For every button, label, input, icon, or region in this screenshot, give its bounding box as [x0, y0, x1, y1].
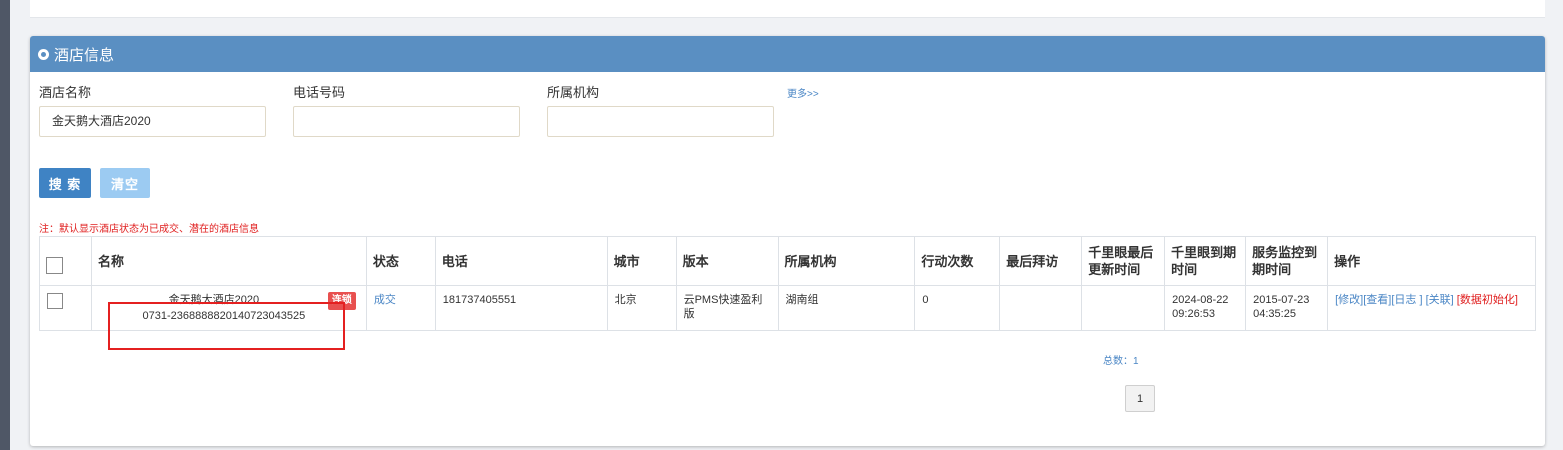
- header-last-visit: 最后拜访: [999, 236, 1083, 286]
- hotel-info-panel: 酒店信息 酒店名称 金天鹅大酒店2020 电话号码 所属机构 更多>> 搜 索 …: [30, 36, 1545, 446]
- monitor-expire-cell: 2015-07-23 04:35:25: [1245, 285, 1329, 331]
- total-count: 总数：1: [1103, 356, 1139, 367]
- header-version: 版本: [675, 236, 779, 286]
- org-cell: 湖南组: [777, 285, 916, 331]
- operations-cell: [修改][查看][日志 ] [关联] [数据初始化]: [1327, 285, 1536, 331]
- data-init-link[interactable]: [数据初始化]: [1457, 294, 1518, 306]
- qly-expire-cell: 2024-08-22 09:26:53: [1164, 285, 1247, 331]
- header-phone: 电话: [434, 236, 608, 286]
- actions-count-cell: 0: [914, 285, 1001, 331]
- status-link[interactable]: 成交: [374, 294, 396, 306]
- header-operations: 操作: [1327, 236, 1536, 286]
- last-visit-cell: [999, 285, 1083, 331]
- filter-note: 注：默认显示酒店状态为已成交、潜在的酒店信息: [39, 224, 259, 235]
- phone-input[interactable]: [293, 106, 520, 137]
- header-qly-expire: 千里眼到期时间: [1164, 236, 1247, 286]
- header-status: 状态: [365, 236, 436, 286]
- row-checkbox[interactable]: [47, 293, 63, 309]
- phone-cell: 18173740​5551: [434, 285, 608, 331]
- header-qly-update: 千里眼最后更新时间: [1081, 236, 1166, 286]
- hotel-name-label: 酒店名称: [39, 85, 92, 100]
- status-cell: 成交: [365, 285, 436, 331]
- top-panel: [30, 0, 1545, 18]
- row-select-cell: [39, 285, 92, 331]
- header-actions-count: 行动次数: [914, 236, 1001, 286]
- left-sidebar-strip: [0, 0, 10, 450]
- panel-title: 酒店信息: [54, 46, 115, 64]
- page-button[interactable]: 1: [1125, 385, 1155, 412]
- hotel-name-input[interactable]: 金天鹅大酒店2020: [39, 106, 266, 137]
- city-cell: 北京: [606, 285, 677, 331]
- table-header-row: 名称 状态 电话 城市 版本 所属机构 行动次数 最后拜访 千里眼最后更新时间 …: [39, 236, 1536, 286]
- header-name: 名称: [90, 236, 367, 286]
- phone-label: 电话号码: [293, 85, 346, 100]
- clear-button[interactable]: 清空: [100, 168, 150, 198]
- version-cell: 云PMS快速盈利版: [675, 285, 779, 331]
- highlight-box: [108, 302, 345, 350]
- log-link[interactable]: [日志 ]: [1391, 294, 1422, 306]
- header-monitor-expire: 服务监控到期时间: [1245, 236, 1329, 286]
- header-org: 所属机构: [777, 236, 916, 286]
- link-link[interactable]: [关联]: [1426, 294, 1454, 306]
- header-city: 城市: [606, 236, 677, 286]
- view-link[interactable]: [查看]: [1363, 294, 1391, 306]
- edit-link[interactable]: [修改]: [1335, 294, 1363, 306]
- panel-header: 酒店信息: [30, 36, 1545, 72]
- header-select-all: [39, 236, 92, 286]
- circle-dot-icon: [38, 48, 49, 60]
- search-button[interactable]: 搜 索: [39, 168, 91, 198]
- select-all-checkbox[interactable]: [46, 256, 63, 274]
- more-filters-link[interactable]: 更多>>: [787, 85, 819, 100]
- qly-update-cell: [1081, 285, 1166, 331]
- org-input[interactable]: [547, 106, 774, 137]
- org-label: 所属机构: [547, 85, 600, 100]
